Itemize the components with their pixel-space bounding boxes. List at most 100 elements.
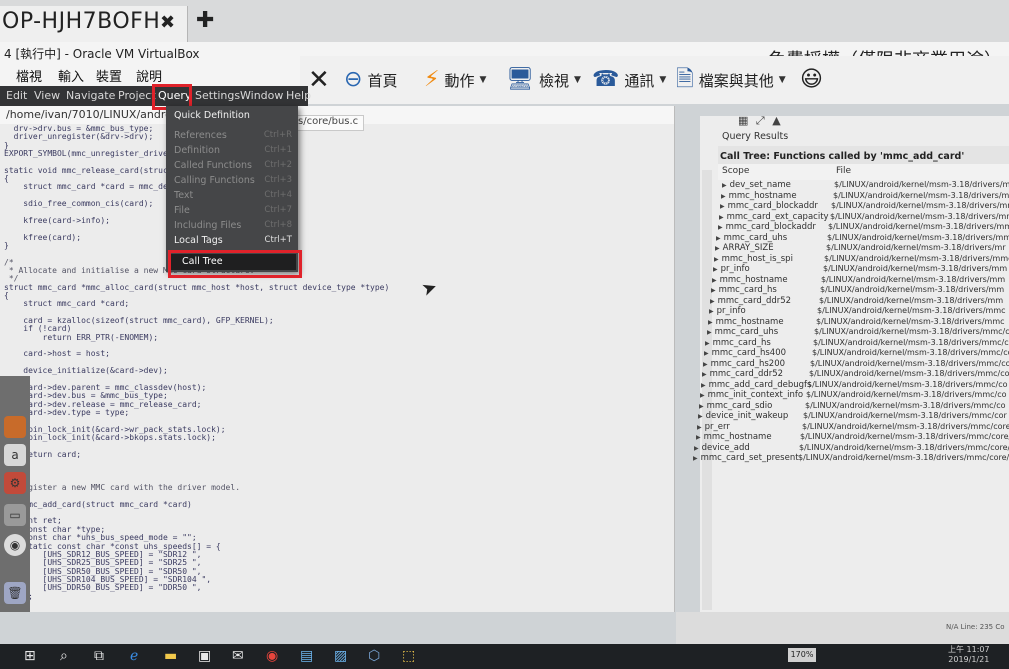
result-row-file[interactable]: $/LINUX/android/kernel/msm-3.18/drivers/… [831, 201, 1009, 210]
query-menu-item-file[interactable]: File Ctrl+7 [174, 205, 296, 220]
vb-menu-view[interactable]: 檔視 [16, 66, 42, 85]
ide-menu-navigate[interactable]: Navigate [66, 89, 115, 102]
code-line[interactable]: kfree(card->info); [4, 216, 110, 226]
expand-triangle-icon[interactable]: ▶ [720, 203, 725, 210]
code-line[interactable]: spin_lock_init(&card->bkops.stats.lock); [4, 433, 216, 443]
query-menu-item-called-functions[interactable]: Called Functions Ctrl+2 [174, 160, 296, 175]
expand-triangle-icon[interactable]: ▶ [707, 329, 712, 336]
column-file[interactable]: File [836, 166, 851, 176]
result-row-file[interactable]: $/LINUX/android/kernel/msm-3.18/drivers/… [826, 243, 1009, 252]
code-line[interactable]: static void mmc_release_card(struct d [4, 166, 182, 176]
expand-triangle-icon[interactable]: ▶ [718, 224, 723, 231]
expand-triangle-icon[interactable]: ▶ [710, 298, 715, 305]
code-line[interactable]: EXPORT_SYMBOL(mmc_unregister_drive [4, 149, 168, 159]
result-row-file[interactable]: $/LINUX/android/kernel/msm-3.18/drivers/… [806, 390, 1009, 399]
code-editor[interactable]: /home/ivan/7010/LINUX/androi drv->drv.bu… [0, 106, 675, 612]
query-menu-item-text[interactable]: Text Ctrl+4 [174, 190, 296, 205]
file-explorer-icon[interactable]: ▬ [164, 648, 177, 664]
results-pin-icon[interactable]: ▦ [738, 114, 748, 127]
query-menu-item-local-tags[interactable]: Local Tags Ctrl+T [174, 235, 296, 250]
query-menu-item-quick-definition[interactable]: Quick Definition [174, 110, 296, 125]
toolbar-comm-button[interactable]: ☎ 通訊 ▼ [592, 66, 666, 94]
code-line[interactable]: int mmc_add_card(struct mmc_card *card) [4, 500, 192, 510]
code-line[interactable]: device_initialize(&card->dev); [4, 366, 168, 376]
expand-triangle-icon[interactable]: ▶ [705, 340, 710, 347]
language-indicator[interactable]: 170% [788, 648, 816, 662]
code-line[interactable]: * Register a new MMC card with the drive… [4, 483, 240, 493]
task-view-icon[interactable]: ⧉ [94, 648, 104, 664]
result-row-file[interactable]: $/LINUX/android/kernel/msm-3.18/drivers/… [809, 369, 1009, 378]
result-row-file[interactable]: $/LINUX/android/kernel/msm-3.18/drivers/… [802, 422, 1009, 431]
expand-triangle-icon[interactable]: ▶ [704, 350, 709, 357]
result-row-file[interactable]: $/LINUX/android/kernel/msm-3.18/drivers/… [819, 296, 1009, 305]
search-icon[interactable]: ⌕ [60, 648, 68, 664]
results-collapse-icon[interactable]: ▲ [772, 114, 780, 127]
result-row-file[interactable]: $/LINUX/android/kernel/msm-3.18/drivers/… [830, 212, 1009, 221]
result-row-file[interactable]: $/LINUX/android/kernel/msm-3.18/drivers/… [833, 191, 1009, 200]
toolbar-close-button[interactable]: ✕ [308, 66, 330, 94]
result-row-file[interactable]: $/LINUX/android/kernel/msm-3.18/drivers/… [821, 275, 1009, 284]
ide-menu-help[interactable]: Help [286, 89, 311, 102]
expand-triangle-icon[interactable]: ▶ [694, 445, 699, 452]
result-row-file[interactable]: $/LINUX/android/kernel/msm-3.18/drivers/… [800, 432, 1009, 441]
expand-triangle-icon[interactable]: ▶ [722, 182, 727, 189]
launcher-amazon-icon[interactable]: a [4, 444, 26, 466]
expand-triangle-icon[interactable]: ▶ [708, 319, 713, 326]
result-row-file[interactable]: $/LINUX/android/kernel/msm-3.18/drivers/… [823, 264, 1009, 273]
expand-triangle-icon[interactable]: ▶ [702, 371, 707, 378]
expand-triangle-icon[interactable]: ▶ [693, 455, 698, 462]
expand-triangle-icon[interactable]: ▶ [699, 403, 704, 410]
query-menu-item-definition[interactable]: Definition Ctrl+1 [174, 145, 296, 160]
photos-icon[interactable]: ▤ [300, 648, 313, 664]
file-tab-bus-c[interactable]: s/core/bus.c [294, 115, 364, 131]
expand-triangle-icon[interactable]: ▶ [714, 256, 719, 263]
code-line[interactable]: [UHS_DDR50_BUS_SPEED] = "DDR50 ", [4, 583, 202, 593]
vb-menu-input[interactable]: 輸入 [58, 66, 84, 85]
code-line[interactable]: kfree(card); [4, 233, 81, 243]
result-row-file[interactable]: $/LINUX/android/kernel/msm-3.18/drivers/… [798, 453, 1009, 462]
expand-triangle-icon[interactable]: ▶ [713, 266, 718, 273]
expand-triangle-icon[interactable]: ▶ [697, 424, 702, 431]
result-row-file[interactable]: $/LINUX/android/kernel/msm-3.18/drivers/… [799, 443, 1009, 452]
result-row-file[interactable]: $/LINUX/android/kernel/msm-3.18/drivers/… [813, 338, 1009, 347]
result-row-file[interactable]: $/LINUX/android/kernel/msm-3.18/drivers/… [828, 222, 1009, 231]
result-row-file[interactable]: $/LINUX/android/kernel/msm-3.18/drivers/… [817, 306, 1009, 315]
ide-menu-edit[interactable]: Edit [6, 89, 27, 102]
expand-triangle-icon[interactable]: ▶ [709, 308, 714, 315]
expand-triangle-icon[interactable]: ▶ [701, 382, 706, 389]
expand-triangle-icon[interactable]: ▶ [716, 235, 721, 242]
code-line[interactable]: struct mmc_card *card; [4, 299, 129, 309]
launcher-settings-icon[interactable]: ⚙ [4, 472, 26, 494]
result-row-file[interactable]: $/LINUX/android/kernel/msm-3.18/drivers/… [812, 348, 1009, 357]
store-icon[interactable]: ▣ [198, 648, 211, 664]
query-menu-item-references[interactable]: References Ctrl+R [174, 130, 296, 145]
expand-triangle-icon[interactable]: ▶ [712, 277, 717, 284]
virtualbox-icon[interactable]: ⬡ [368, 648, 380, 664]
chrome-icon[interactable]: ◉ [266, 648, 278, 664]
remote-desktop-icon[interactable]: ⬚ [402, 648, 415, 664]
result-row-file[interactable]: $/LINUX/android/kernel/msm-3.18/drivers/… [814, 327, 1009, 336]
expand-triangle-icon[interactable]: ▶ [696, 434, 701, 441]
vb-menu-help[interactable]: 說明 [136, 66, 162, 85]
results-expand-icon[interactable]: ⤢ [756, 114, 765, 127]
launcher-app-icon[interactable] [4, 416, 26, 438]
column-scope[interactable]: Scope [722, 166, 749, 176]
mail-icon[interactable]: ✉ [232, 648, 244, 664]
new-tab-icon[interactable]: ✚ [196, 10, 214, 32]
code-line[interactable]: struct mmc_card *card = mmc_de [4, 182, 168, 192]
result-row-file[interactable]: $/LINUX/android/kernel/msm-3.18/drivers/… [824, 254, 1009, 263]
close-icon[interactable]: ✖ [160, 12, 175, 33]
code-line[interactable]: } [4, 241, 9, 251]
query-menu-item-calling-functions[interactable]: Calling Functions Ctrl+3 [174, 175, 296, 190]
ide-menu-project[interactable]: Project [118, 89, 156, 102]
result-row-file[interactable]: $/LINUX/android/kernel/msm-3.18/drivers/… [807, 380, 1009, 389]
app-icon[interactable]: ▨ [334, 648, 347, 664]
expand-triangle-icon[interactable]: ▶ [700, 392, 705, 399]
expand-triangle-icon[interactable]: ▶ [719, 214, 724, 221]
expand-triangle-icon[interactable]: ▶ [711, 287, 716, 294]
query-menu-item-including-files[interactable]: Including Files Ctrl+8 [174, 220, 296, 235]
result-row-file[interactable]: $/LINUX/android/kernel/msm-3.18/drivers/… [827, 233, 1009, 242]
expand-triangle-icon[interactable]: ▶ [721, 193, 726, 200]
remote-session-tab[interactable]: OP-HJH7BOFH ✖ [0, 6, 188, 42]
result-row-scope[interactable]: ▶ mmc_card_set_present [693, 453, 799, 465]
